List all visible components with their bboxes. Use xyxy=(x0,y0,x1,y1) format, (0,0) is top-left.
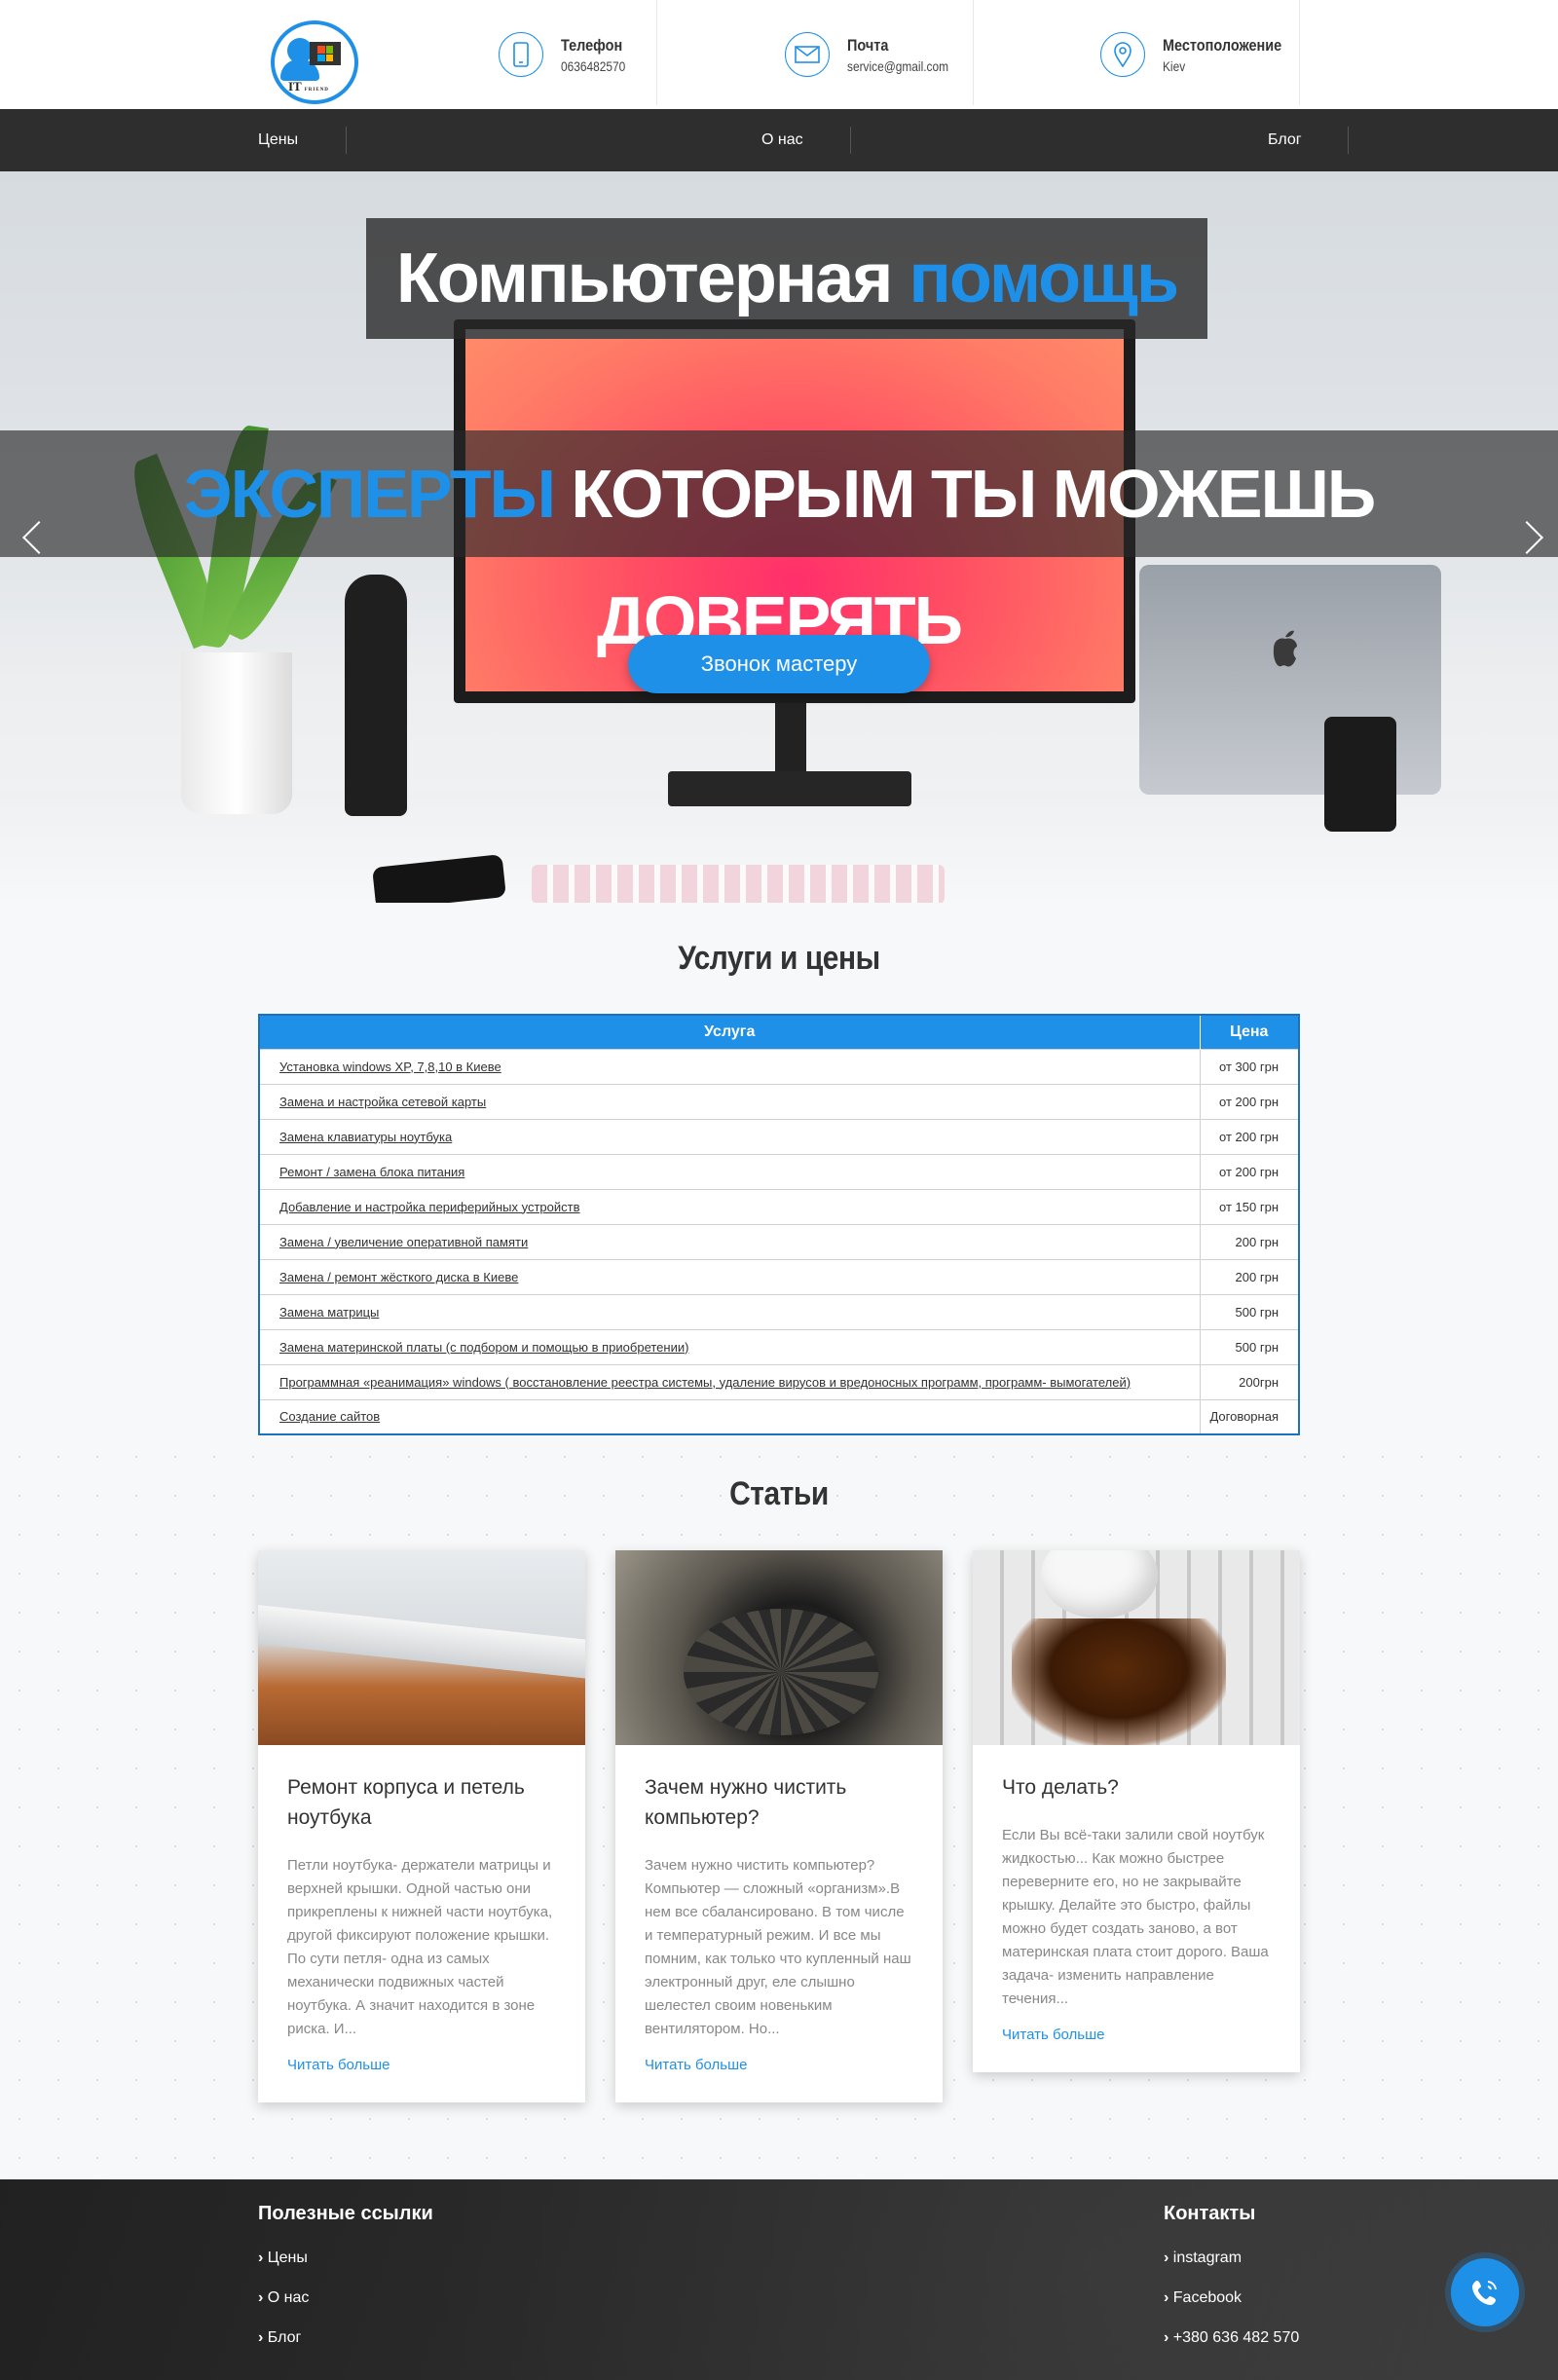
service-link[interactable]: Замена материнской платы (с подбором и п… xyxy=(259,1328,1200,1364)
price-row: Замена / увеличение оперативной памяти 20… xyxy=(259,1223,1299,1259)
price-row: Создание сайтов Договорная xyxy=(259,1398,1299,1434)
service-link[interactable]: Установка windows XP, 7,8,10 в Киеве xyxy=(259,1048,1200,1084)
camera-lens-image xyxy=(1324,717,1396,832)
col-service-header: Услуга xyxy=(259,1015,1200,1049)
top-header: IT FRIEND Телефон 0636482570 Почта service… xyxy=(0,0,1558,109)
phone-icon xyxy=(499,32,543,77)
nav-item-prices[interactable]: Цены xyxy=(258,109,298,171)
header-location[interactable]: Местоположение Kiev xyxy=(1100,0,1303,109)
main-nav: Цены О нас Блог xyxy=(0,109,1558,171)
articles-title: Статьи xyxy=(729,1475,829,1512)
service-price: от 200 грн xyxy=(1199,1083,1299,1119)
article-title: Зачем нужно чистить компьютер? xyxy=(645,1776,847,1829)
service-link[interactable]: Программная «реанимация» windows ( восст… xyxy=(259,1363,1200,1399)
price-row: Установка windows XP, 7,8,10 в Киеве от 3… xyxy=(259,1048,1299,1084)
plant-pot xyxy=(181,652,292,814)
footer-links-title: Полезные ссылки xyxy=(258,2203,433,2224)
dusty-fan-image xyxy=(615,1550,943,1745)
site-logo[interactable]: IT FRIEND xyxy=(271,20,358,104)
article-title: Что делать? xyxy=(1002,1776,1119,1799)
footer-link-about[interactable]: О нас xyxy=(258,2289,310,2307)
phone-call-icon xyxy=(1472,2281,1497,2305)
col-price-header: Цена xyxy=(1199,1015,1299,1049)
location-icon xyxy=(1100,32,1145,77)
article-card: Что делать? Если Вы всё-таки залили свой… xyxy=(973,1550,1300,2072)
price-row: Добавление и настройка периферийных устр… xyxy=(259,1188,1299,1224)
services-title: Услуги и цены xyxy=(678,940,880,977)
laptop-hinge-image xyxy=(258,1550,585,1745)
read-more-link[interactable]: Читать больше xyxy=(287,2057,556,2073)
price-row: Замена / ремонт жёсткого диска в Киеве 20… xyxy=(259,1258,1299,1294)
price-row: Замена материнской платы (с подбором и п… xyxy=(259,1328,1299,1364)
article-excerpt: Зачем нужно чистить компьютер? Компьютер… xyxy=(645,1857,911,2037)
service-price: 200грн xyxy=(1199,1363,1299,1399)
service-price: от 200 грн xyxy=(1199,1118,1299,1154)
service-price: 500 грн xyxy=(1199,1293,1299,1329)
article-title: Ремонт корпуса и петель ноутбука xyxy=(287,1776,525,1829)
nav-item-blog[interactable]: Блог xyxy=(1268,109,1302,171)
header-phone[interactable]: Телефон 0636482570 xyxy=(499,0,637,109)
footer-link-blog[interactable]: Блог xyxy=(258,2329,302,2347)
article-card: Ремонт корпуса и петель ноутбука Петли н… xyxy=(258,1550,585,2102)
nav-item-about[interactable]: О нас xyxy=(761,109,803,171)
footer-link-prices[interactable]: Цены xyxy=(258,2250,308,2267)
service-link[interactable]: Ремонт / замена блока питания xyxy=(259,1153,1200,1189)
keyboard-image xyxy=(532,865,945,903)
service-link[interactable]: Замена / увеличение оперативной памяти xyxy=(259,1223,1200,1259)
service-price: 200 грн xyxy=(1199,1223,1299,1259)
email-value: service@gmail.com xyxy=(847,57,949,74)
article-excerpt: Петли ноутбука- держатели матрицы и верх… xyxy=(287,1857,553,2037)
call-master-button[interactable]: Звонок мастеру xyxy=(628,635,930,693)
price-row: Ремонт / замена блока питания от 200 грн xyxy=(259,1153,1299,1189)
service-link[interactable]: Замена клавиатуры ноутбука xyxy=(259,1118,1200,1154)
service-link[interactable]: Замена / ремонт жёсткого диска в Киеве xyxy=(259,1258,1200,1294)
hero-slider: Компьютерная помощь ЭКСПЕРТЫ КОТОРЫМ ТЫ … xyxy=(0,171,1558,903)
article-excerpt: Если Вы всё-таки залили свой ноутбук жид… xyxy=(1002,1827,1269,2007)
article-card: Зачем нужно чистить компьютер? Зачем нуж… xyxy=(615,1550,943,2102)
read-more-link[interactable]: Читать больше xyxy=(645,2057,913,2073)
price-row: Программная «реанимация» windows ( восст… xyxy=(259,1363,1299,1399)
hero-subtitle: ЭКСПЕРТЫ КОТОРЫМ ТЫ МОЖЕШЬ ДОВЕРЯТЬ xyxy=(0,430,1558,658)
speaker-image xyxy=(345,575,407,816)
call-button[interactable] xyxy=(1451,2258,1519,2326)
price-table: Услуга Цена Установка windows XP, 7,8,10 … xyxy=(258,1014,1300,1435)
service-price: от 300 грн xyxy=(1199,1048,1299,1084)
service-link[interactable]: Добавление и настройка периферийных устр… xyxy=(259,1188,1200,1224)
service-price: 200 грн xyxy=(1199,1258,1299,1294)
header-email[interactable]: Почта service@gmail.com xyxy=(785,0,966,109)
service-price: Договорная xyxy=(1199,1398,1299,1434)
hero-title: Компьютерная помощь xyxy=(366,218,1207,339)
email-label: Почта xyxy=(847,35,889,55)
service-price: 500 грн xyxy=(1199,1328,1299,1364)
service-link[interactable]: Замена и настройка сетевой карты xyxy=(259,1083,1200,1119)
service-link[interactable]: Замена матрицы xyxy=(259,1293,1200,1329)
price-row: Замена матрицы 500 грн xyxy=(259,1293,1299,1329)
footer-contacts-title: Контакты xyxy=(1164,2203,1256,2224)
footer-link-instagram[interactable]: instagram xyxy=(1164,2250,1242,2267)
price-row: Замена клавиатуры ноутбука от 200 грн xyxy=(259,1118,1299,1154)
footer-link-phone[interactable]: +380 636 482 570 xyxy=(1164,2329,1299,2347)
price-row: Замена и настройка сетевой карты от 200 г… xyxy=(259,1083,1299,1119)
service-price: от 150 грн xyxy=(1199,1188,1299,1224)
phone-label: Телефон xyxy=(561,35,623,55)
read-more-link[interactable]: Читать больше xyxy=(1002,2027,1271,2043)
site-footer: Полезные ссылки Цены О нас Блог Контакты… xyxy=(0,2179,1558,2380)
apple-logo-icon xyxy=(1273,630,1297,667)
windows-icon xyxy=(317,46,333,61)
service-price: от 200 грн xyxy=(1199,1153,1299,1189)
location-value: Kiev xyxy=(1163,57,1186,74)
service-link[interactable]: Создание сайтов xyxy=(259,1398,1200,1434)
location-label: Местоположение xyxy=(1163,35,1282,55)
spilled-coffee-image xyxy=(973,1550,1300,1745)
footer-link-facebook[interactable]: Facebook xyxy=(1164,2289,1242,2307)
phone-value: 0636482570 xyxy=(561,57,626,74)
mail-icon xyxy=(785,32,830,77)
